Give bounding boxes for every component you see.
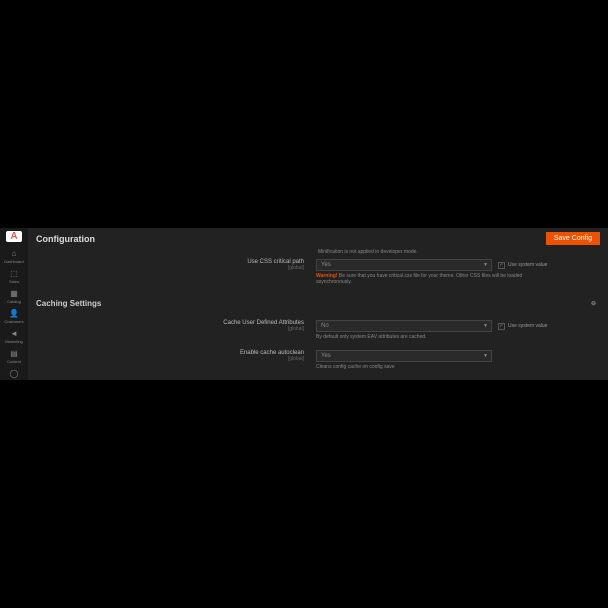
sidebar-item-label: Content	[7, 359, 21, 364]
circle-icon: ◯	[10, 369, 19, 378]
checkbox-label: Use system value	[508, 323, 547, 329]
content-icon: ▤	[10, 349, 18, 358]
sidebar-item-label: Marketing	[5, 339, 23, 344]
sidebar-item-dashboard[interactable]: ⌂ Dashboard	[0, 247, 28, 266]
page-title: Configuration	[36, 234, 95, 244]
main-panel: Configuration Save Config Minification i…	[28, 228, 608, 380]
sidebar-item-label: Dashboard	[4, 259, 24, 264]
save-config-button[interactable]: Save Config	[546, 232, 600, 245]
help-text: By default only system EAV attributes ar…	[316, 334, 547, 340]
checkbox-icon: ✓	[498, 262, 505, 269]
field-scope: [global]	[288, 326, 304, 332]
sidebar-item-marketing[interactable]: ◄ Marketing	[0, 327, 28, 346]
sidebar-item-catalog[interactable]: ▦ Catalog	[0, 287, 28, 306]
sidebar-item-content[interactable]: ▤ Content	[0, 347, 28, 366]
field-scope: [global]	[288, 356, 304, 362]
warning-text: Warning! Be sure that you have critical.…	[316, 273, 526, 285]
warning-body: Be sure that you have critical.css file …	[316, 273, 522, 285]
dashboard-icon: ⌂	[12, 249, 17, 258]
use-system-value-toggle[interactable]: ✓ Use system value	[498, 323, 547, 330]
sidebar-item-customers[interactable]: 👤 Customers	[0, 307, 28, 326]
sidebar-item-label: Catalog	[7, 299, 21, 304]
select-value: Yes	[321, 262, 331, 268]
minification-notice: Minification is not applied in developer…	[318, 249, 600, 255]
header: Configuration Save Config	[28, 228, 608, 249]
field-scope: [global]	[288, 265, 304, 271]
cache-attrs-select[interactable]: No	[316, 320, 492, 332]
select-value: Yes	[321, 353, 331, 359]
help-text: Cleans config cache on config save	[316, 364, 492, 370]
content-area: Minification is not applied in developer…	[28, 249, 608, 380]
logo[interactable]: A	[6, 231, 22, 242]
catalog-icon: ▦	[10, 289, 18, 298]
css-critical-select[interactable]: Yes	[316, 259, 492, 271]
section-title: Caching Settings	[36, 299, 101, 308]
field-autoclean: Enable cache autoclean [global] Yes Clea…	[36, 350, 600, 370]
section-caching-settings[interactable]: Caching Settings ⊖	[36, 295, 600, 312]
collapse-icon: ⊖	[591, 300, 600, 307]
sidebar-item-more[interactable]: ◯	[0, 367, 28, 381]
sidebar-item-label: Sales	[9, 279, 19, 284]
sidebar-item-label: Customers	[4, 319, 23, 324]
checkbox-icon: ✓	[498, 323, 505, 330]
field-cache-attributes: Cache User Defined Attributes [global] N…	[36, 320, 600, 340]
checkbox-label: Use system value	[508, 262, 547, 268]
sidebar: A ⌂ Dashboard ⬚ Sales ▦ Catalog 👤 Custom…	[0, 228, 28, 380]
field-css-critical: Use CSS critical path [global] Yes ✓ Use…	[36, 259, 600, 285]
customers-icon: 👤	[9, 309, 19, 318]
sales-icon: ⬚	[10, 269, 18, 278]
select-value: No	[321, 323, 329, 329]
autoclean-select[interactable]: Yes	[316, 350, 492, 362]
marketing-icon: ◄	[10, 329, 18, 338]
use-system-value-toggle[interactable]: ✓ Use system value	[498, 262, 547, 269]
sidebar-item-sales[interactable]: ⬚ Sales	[0, 267, 28, 286]
